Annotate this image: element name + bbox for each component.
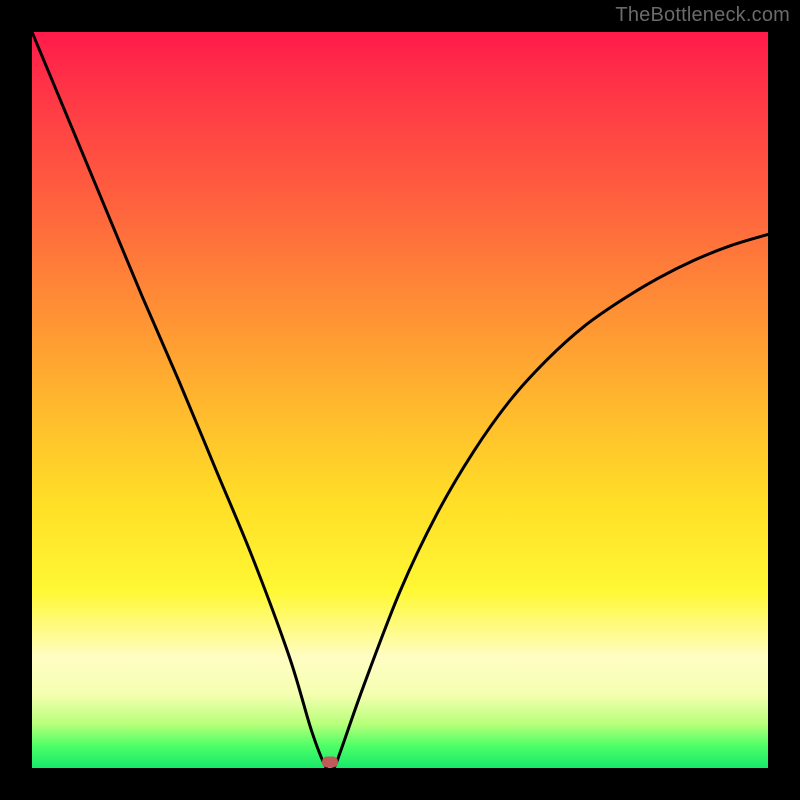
watermark-text: TheBottleneck.com	[615, 4, 790, 27]
min-point-marker	[322, 757, 338, 768]
chart-frame: TheBottleneck.com	[0, 0, 800, 800]
curve-svg	[32, 32, 768, 768]
bottleneck-curve	[32, 32, 768, 768]
